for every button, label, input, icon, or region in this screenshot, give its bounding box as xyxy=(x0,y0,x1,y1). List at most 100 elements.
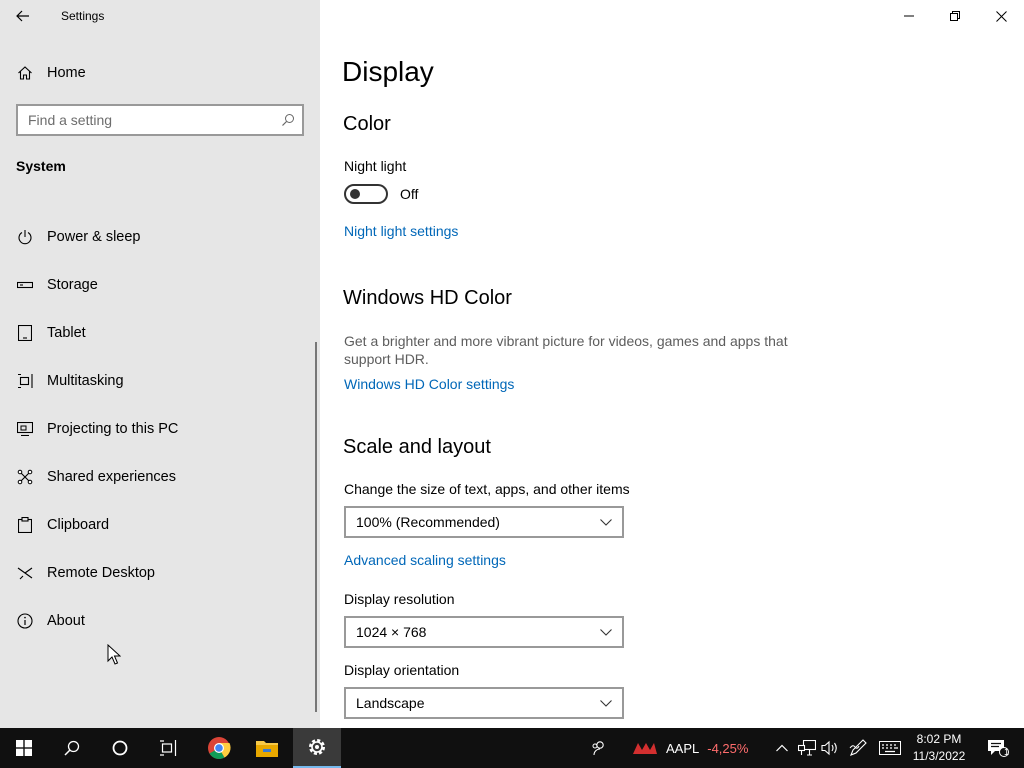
advanced-scaling-link[interactable]: Advanced scaling settings xyxy=(344,552,506,568)
sidebar-item-label: Power & sleep xyxy=(47,229,141,245)
stock-logo-icon xyxy=(633,743,657,754)
sidebar-item-label: Storage xyxy=(47,277,98,293)
color-section-title: Color xyxy=(343,113,391,135)
sidebar-item-clipboard[interactable]: Clipboard xyxy=(0,501,316,549)
network-button[interactable] xyxy=(796,728,818,768)
gear-icon xyxy=(309,739,325,755)
orientation-dropdown[interactable]: Landscape xyxy=(344,687,624,719)
clock[interactable]: 8:02 PM 11/3/2022 xyxy=(904,731,974,765)
folder-icon xyxy=(256,741,278,757)
orientation-label: Display orientation xyxy=(344,662,460,678)
people-button[interactable] xyxy=(588,728,610,768)
network-icon xyxy=(798,740,816,756)
mouse-cursor-icon xyxy=(107,643,122,671)
chrome-icon xyxy=(208,737,231,759)
chevron-up-icon xyxy=(776,744,788,752)
sidebar-item-storage[interactable]: Storage xyxy=(0,261,316,309)
search-input[interactable] xyxy=(18,112,274,128)
home-label: Home xyxy=(47,65,86,81)
windows-logo-icon xyxy=(16,740,32,756)
taskbar: AAPL -4,25% 8:02 PM 11/3/2022 1 xyxy=(0,728,1024,768)
keyboard-icon xyxy=(879,741,901,755)
back-arrow-icon xyxy=(16,10,29,22)
hd-color-section-title: Windows HD Color xyxy=(343,287,512,309)
sidebar-item-home[interactable]: Home xyxy=(0,56,320,90)
people-icon xyxy=(592,741,604,756)
scale-section-title: Scale and layout xyxy=(343,436,491,458)
power-icon xyxy=(16,229,34,245)
task-view-icon xyxy=(160,740,177,756)
chevron-down-icon xyxy=(600,628,612,636)
storage-icon xyxy=(16,280,34,290)
minimize-icon xyxy=(904,15,914,17)
hd-color-description: Get a brighter and more vibrant picture … xyxy=(344,333,788,367)
sidebar-item-remote-desktop[interactable]: Remote Desktop xyxy=(0,549,316,597)
action-center-button[interactable]: 1 xyxy=(978,728,1018,768)
sidebar-item-power-sleep[interactable]: Power & sleep xyxy=(0,213,316,261)
notification-count: 1 xyxy=(1004,747,1010,757)
sidebar-item-about[interactable]: About xyxy=(0,597,316,645)
scale-dropdown[interactable]: 100% (Recommended) xyxy=(344,506,624,538)
task-view-button[interactable] xyxy=(144,728,192,768)
stock-change: -4,25% xyxy=(707,740,749,756)
resolution-dropdown[interactable]: 1024 × 768 xyxy=(344,616,624,648)
sidebar-item-label: About xyxy=(47,613,85,629)
pen-workspace-button[interactable] xyxy=(846,728,870,768)
night-light-state: Off xyxy=(400,186,419,202)
volume-button[interactable] xyxy=(820,728,840,768)
night-light-settings-link[interactable]: Night light settings xyxy=(344,223,458,239)
night-light-toggle[interactable] xyxy=(344,184,388,204)
start-button[interactable] xyxy=(0,728,48,768)
sidebar-item-label: Remote Desktop xyxy=(47,565,155,581)
file-explorer-taskbar-button[interactable] xyxy=(243,728,291,768)
sidebar-item-projecting[interactable]: Projecting to this PC xyxy=(0,405,316,453)
toggle-knob xyxy=(350,189,360,199)
settings-taskbar-button[interactable] xyxy=(293,728,341,768)
close-button[interactable] xyxy=(978,0,1024,32)
settings-sidebar: Settings Home System Power & sleep Stora… xyxy=(0,0,320,728)
show-hidden-icons-button[interactable] xyxy=(772,728,792,768)
sidebar-item-multitasking[interactable]: Multitasking xyxy=(0,357,316,405)
cortana-button[interactable] xyxy=(96,728,144,768)
clock-time: 8:02 PM xyxy=(916,732,962,746)
about-icon xyxy=(16,613,34,629)
chrome-taskbar-button[interactable] xyxy=(195,728,243,768)
search-taskbar-button[interactable] xyxy=(48,728,96,768)
projecting-icon xyxy=(16,422,34,436)
clipboard-icon xyxy=(16,517,34,533)
orientation-value: Landscape xyxy=(356,695,425,711)
touch-keyboard-button[interactable] xyxy=(876,728,904,768)
clock-date: 11/3/2022 xyxy=(912,749,966,763)
tablet-icon xyxy=(16,325,34,341)
search-icon[interactable] xyxy=(274,113,302,127)
resolution-value: 1024 × 768 xyxy=(356,624,427,640)
sidebar-item-label: Tablet xyxy=(47,325,86,341)
restore-icon xyxy=(950,11,960,21)
stock-widget[interactable]: AAPL -4,25% xyxy=(632,728,748,768)
sidebar-item-label: Shared experiences xyxy=(47,469,176,485)
back-button[interactable] xyxy=(0,0,46,32)
minimize-button[interactable] xyxy=(886,0,932,32)
sidebar-item-tablet[interactable]: Tablet xyxy=(0,309,316,357)
restore-button[interactable] xyxy=(932,0,978,32)
home-icon xyxy=(17,65,33,81)
page-title: Display xyxy=(342,56,434,87)
stock-symbol: AAPL xyxy=(666,740,700,756)
sidebar-item-label: Clipboard xyxy=(47,517,110,533)
scale-value: 100% (Recommended) xyxy=(356,514,500,530)
search-box[interactable] xyxy=(16,104,304,136)
sidebar-scrollbar[interactable] xyxy=(315,342,317,712)
app-title: Settings xyxy=(61,9,105,23)
sidebar-item-shared-experiences[interactable]: Shared experiences xyxy=(0,453,316,501)
settings-content: Display Color Night light Off Night ligh… xyxy=(320,0,1024,728)
shared-experiences-icon xyxy=(16,469,34,485)
chevron-down-icon xyxy=(600,699,612,707)
sidebar-nav: Power & sleep Storage Tablet Multitaskin… xyxy=(0,213,316,645)
close-icon xyxy=(995,10,1007,22)
search-icon xyxy=(64,740,80,756)
group-title: System xyxy=(16,158,66,174)
chevron-down-icon xyxy=(600,518,612,526)
multitasking-icon xyxy=(16,373,34,389)
hd-color-settings-link[interactable]: Windows HD Color settings xyxy=(344,376,514,392)
size-label: Change the size of text, apps, and other… xyxy=(344,481,630,497)
